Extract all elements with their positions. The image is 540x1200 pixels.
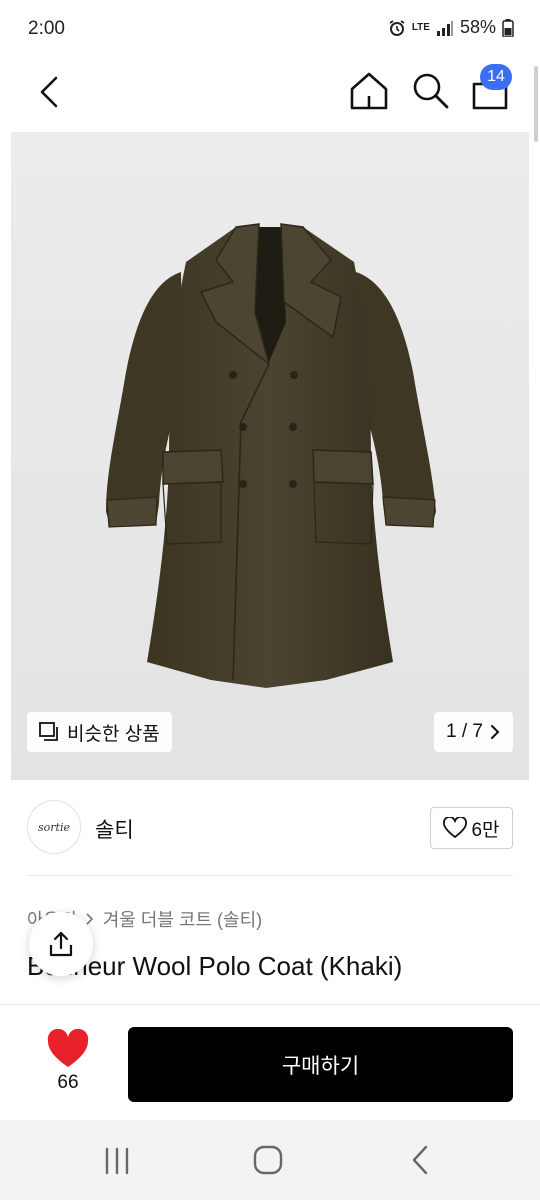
status-icons: LTE 58% xyxy=(388,17,514,38)
alarm-icon xyxy=(389,19,405,36)
buy-button[interactable]: 구매하기 xyxy=(128,1027,513,1102)
battery-percent: 58% xyxy=(459,17,496,37)
heart-filled-icon[interactable] xyxy=(44,1029,92,1069)
bottom-action-bar: 66 구매하기 xyxy=(0,1004,540,1120)
scrollbar-thumb[interactable] xyxy=(534,66,538,142)
breadcrumb-item-subcategory[interactable]: 겨울 더블 코트 (솔티) xyxy=(103,906,262,932)
share-icon xyxy=(49,931,73,957)
similar-items-icon xyxy=(39,722,58,741)
shop-like-button[interactable]: 6만 xyxy=(430,807,513,849)
shop-row: sortie 솔티 6만 xyxy=(0,800,540,856)
system-navigation-bar xyxy=(0,1120,540,1200)
shop-name[interactable]: 솔티 xyxy=(95,814,134,844)
similar-products-label: 비슷한 상품 xyxy=(67,723,160,745)
shop-like-count: 6만 xyxy=(471,819,500,841)
network-type: LTE xyxy=(411,22,430,33)
cart-count-badge: 14 xyxy=(480,64,512,90)
search-icon[interactable] xyxy=(408,68,452,112)
coat-image xyxy=(106,223,436,688)
battery-icon xyxy=(502,18,514,37)
status-time: 2:00 xyxy=(28,18,65,39)
system-home-icon[interactable] xyxy=(250,1142,286,1178)
signal-icon xyxy=(436,20,453,36)
similar-products-button[interactable]: 비슷한 상품 xyxy=(27,712,172,752)
status-bar: 2:00 LTE 58% xyxy=(0,0,540,60)
chevron-right-icon xyxy=(491,725,500,739)
shop-logo[interactable]: sortie xyxy=(27,800,81,854)
shop-logo-text: sortie xyxy=(38,820,70,834)
heart-outline-icon xyxy=(443,817,468,838)
system-back-icon[interactable] xyxy=(404,1142,438,1178)
top-navigation xyxy=(0,60,540,132)
product-like-count: 66 xyxy=(57,1072,79,1093)
image-pager-label: 1 / 7 xyxy=(446,721,483,742)
back-arrow-icon[interactable] xyxy=(30,70,70,110)
recent-apps-icon[interactable] xyxy=(100,1144,134,1178)
image-pager-button[interactable]: 1 / 7 xyxy=(434,712,513,752)
share-button[interactable] xyxy=(29,912,93,976)
product-image-gallery[interactable]: 비슷한 상품 1 / 7 xyxy=(11,132,529,780)
home-icon[interactable] xyxy=(347,68,391,112)
section-divider xyxy=(27,875,513,876)
